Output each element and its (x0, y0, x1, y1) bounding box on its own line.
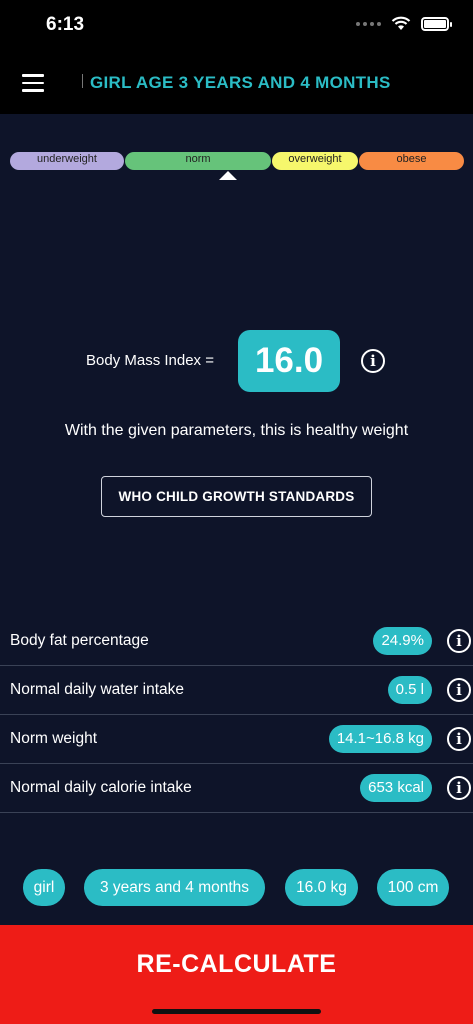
wifi-icon (391, 16, 411, 30)
scale-segment-underweight: underweight (10, 152, 124, 170)
info-icon[interactable]: i (447, 678, 471, 702)
who-standards-button[interactable]: WHO CHILD GROWTH STANDARDS (101, 476, 372, 517)
bmi-scale: underweight norm overweight obese (10, 152, 464, 170)
info-icon[interactable]: i (447, 776, 471, 800)
status-time: 6:13 (46, 14, 85, 35)
info-icon[interactable]: i (447, 727, 471, 751)
bmi-info-icon[interactable]: i (361, 349, 385, 373)
status-bar: 6:13 (0, 0, 473, 52)
metric-value-badge: 24.9% (373, 627, 432, 655)
metric-row-calorie-intake: Normal daily calorie intake 653 kcal i (0, 764, 473, 813)
metric-value-badge: 653 kcal (360, 774, 432, 802)
chip-gender: girl (23, 869, 65, 906)
chip-height: 100 cm (377, 869, 449, 906)
bmi-row: Body Mass Index = 16.0 i (0, 330, 473, 392)
metric-value-badge: 14.1~16.8 kg (328, 725, 432, 753)
scale-segment-overweight: overweight (272, 152, 358, 170)
battery-icon (421, 16, 452, 31)
cellular-signal-icon (356, 21, 381, 26)
metric-row-body-fat: Body fat percentage 24.9% i (0, 617, 473, 666)
scale-segment-norm: norm (125, 152, 271, 170)
bmi-value: 16.0 (238, 330, 340, 392)
metric-label: Normal daily calorie intake (10, 779, 192, 796)
metric-label: Norm weight (10, 730, 97, 747)
bmi-label: Body Mass Index = (86, 352, 214, 369)
metrics-list: Body fat percentage 24.9% i Normal daily… (0, 617, 473, 813)
info-icon[interactable]: i (447, 629, 471, 653)
metric-row-water-intake: Normal daily water intake 0.5 l i (0, 666, 473, 715)
parameter-chips: girl 3 years and 4 months 16.0 kg 100 cm (0, 869, 473, 906)
title-divider (82, 74, 83, 88)
hamburger-menu-icon[interactable] (22, 74, 44, 92)
bmi-pointer-icon (219, 171, 237, 180)
status-icons (356, 16, 452, 31)
metric-row-norm-weight: Norm weight 14.1~16.8 kg i (0, 715, 473, 764)
metric-label: Normal daily water intake (10, 681, 185, 698)
metric-value-badge: 0.5 l (387, 676, 432, 704)
scale-segment-obese: obese (359, 152, 464, 170)
result-text: With the given parameters, this is healt… (64, 422, 409, 439)
chip-weight: 16.0 kg (285, 869, 358, 906)
app-bar: GIRL AGE 3 YEARS AND 4 MONTHS (0, 52, 473, 114)
recalculate-label: RE-CALCULATE (136, 950, 337, 978)
home-indicator (152, 1009, 321, 1014)
chip-age: 3 years and 4 months (84, 869, 265, 906)
metric-label: Body fat percentage (10, 632, 149, 649)
page-title: GIRL AGE 3 YEARS AND 4 MONTHS (90, 73, 391, 92)
